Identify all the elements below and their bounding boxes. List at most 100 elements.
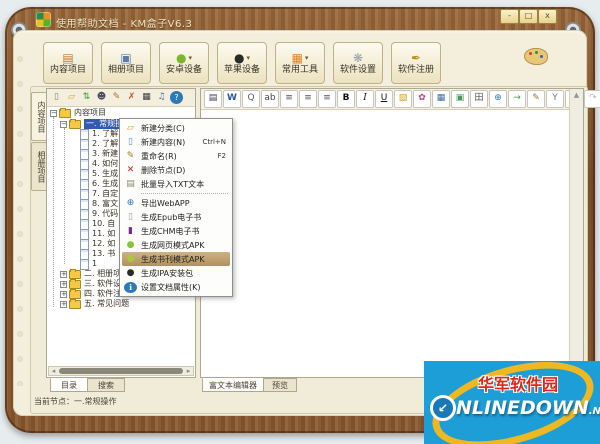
qr-code-icon[interactable]: ▦ — [140, 91, 153, 104]
paper-perforation — [17, 56, 24, 386]
speaker-icon[interactable]: ♫ — [155, 91, 168, 104]
tree-item[interactable]: 1. 了解 — [80, 128, 118, 140]
tree-toolbar: ▯ ▱ ⇅ ☻ ✎ ✗ ▦ ♫ ? — [47, 89, 195, 107]
tree-item[interactable]: 11. 如 — [80, 228, 118, 240]
tab-preview[interactable]: 预览 — [263, 378, 297, 392]
software-register-button[interactable]: ✒ ▾ 软件注册 — [391, 42, 441, 84]
menu-item-label: 新建分类(C) — [141, 123, 185, 133]
delete-tools-icon[interactable]: ✗ — [125, 91, 138, 104]
apple-device-button[interactable]: ● ▾ 苹果设备 — [217, 42, 267, 84]
backup-sync-icon[interactable]: ⇅ — [80, 91, 93, 104]
scroll-left-icon[interactable]: ◂ — [49, 367, 58, 375]
new-document-icon[interactable]: ▯ — [50, 91, 63, 104]
scrollbar-thumb[interactable] — [59, 368, 183, 374]
globe-icon: ⊕ — [126, 197, 135, 208]
common-tools-button[interactable]: ▦ ▾ 常用工具 — [275, 42, 325, 84]
android-device-button[interactable]: ● ▾ 安卓设备 — [159, 42, 209, 84]
bold-icon[interactable]: B — [337, 90, 355, 108]
collapse-icon[interactable]: − — [60, 120, 67, 128]
menu-document-properties[interactable]: ℹ 设置文档属性(K) — [120, 280, 232, 294]
font-color-icon[interactable]: ✿ — [413, 90, 431, 108]
italic-icon[interactable]: I — [356, 90, 374, 108]
align-center-icon[interactable]: ≡ — [299, 90, 317, 108]
tab-search[interactable]: 搜索 — [87, 378, 125, 392]
tree-root-node[interactable]: − 内容项目 — [50, 107, 106, 118]
chm-book-icon: ▮ — [128, 225, 133, 236]
tree-item[interactable]: 5. 生成 — [80, 168, 119, 180]
tree-item[interactable]: 6. 生成 — [80, 178, 118, 190]
tree-item[interactable]: 12. 如 — [80, 238, 118, 250]
tree-item-label: 5. 生成 — [92, 169, 119, 178]
save-icon[interactable]: ▤ — [204, 90, 222, 108]
hyperlink-icon[interactable]: ⊕ — [489, 90, 507, 108]
palette-icon[interactable] — [524, 48, 548, 65]
expand-icon[interactable]: + — [60, 280, 67, 288]
menu-make-epub[interactable]: ▯ 生成Epub电子书 — [120, 210, 232, 224]
book-icon: ▤ — [62, 50, 74, 65]
menu-make-ipa[interactable]: ● 生成IPA安装包 — [120, 266, 232, 280]
scroll-up-icon[interactable]: ▲ — [574, 89, 579, 101]
tree-item[interactable]: 1 — [80, 258, 118, 270]
tree-item[interactable]: 3. 新建 — [80, 148, 118, 160]
editor-vscrollbar[interactable]: ▲ ▼ — [569, 89, 583, 377]
insert-table-icon[interactable]: 田 — [470, 90, 488, 108]
ribbon-button-label: 软件设置 — [339, 64, 376, 75]
menu-rename[interactable]: ✎ 重命名(R) F2 — [120, 149, 232, 163]
menu-make-web-apk[interactable]: ● 生成网页模式APK — [120, 238, 232, 252]
align-right-icon[interactable]: ≡ — [318, 90, 336, 108]
close-button[interactable]: x — [538, 9, 557, 24]
underline-icon[interactable]: U — [375, 90, 393, 108]
import-icon[interactable]: → — [508, 90, 526, 108]
tree-item[interactable]: 7. 自定 — [80, 188, 118, 200]
expand-icon[interactable]: + — [60, 270, 67, 278]
watermark-chinese-text: 华军软件园 — [478, 375, 559, 394]
content-project-button[interactable]: ▤ ▾ 内容项目 — [43, 42, 93, 84]
tree-item-label: 8. 富文 — [92, 199, 119, 208]
find-icon[interactable]: Q — [242, 90, 260, 108]
tree-hscrollbar[interactable]: ◂ ▸ — [48, 366, 194, 376]
editor-panel[interactable] — [200, 88, 584, 378]
tree-item[interactable]: 4. 如何 — [80, 158, 118, 170]
tab-directory[interactable]: 目录 — [50, 378, 88, 392]
open-folder-icon[interactable]: ▱ — [65, 91, 78, 104]
align-left-icon[interactable]: ≡ — [280, 90, 298, 108]
scroll-right-icon[interactable]: ▸ — [184, 367, 193, 375]
album-project-button[interactable]: ▣ ▾ 相册项目 — [101, 42, 151, 84]
menu-new-category[interactable]: ▱ 新建分类(C) — [120, 121, 232, 135]
tab-richtext-editor[interactable]: 富文本编辑器 — [202, 378, 264, 392]
folder-icon — [69, 278, 81, 289]
menu-export-webapp[interactable]: ⊕ 导出WebAPP — [120, 196, 232, 210]
edit-icon[interactable]: ✎ — [110, 91, 123, 104]
user-export-icon[interactable]: ☻ — [95, 91, 108, 104]
expand-icon[interactable]: + — [60, 300, 67, 308]
export-word-icon[interactable]: W — [223, 90, 241, 108]
menu-item-label: 生成网页模式APK — [141, 240, 205, 250]
redo-icon[interactable]: ↷ — [584, 90, 600, 108]
tree-item[interactable]: 13. 书 — [80, 248, 118, 260]
tree-item-label: 10. 自 — [92, 219, 116, 228]
tree-item[interactable]: 10. 自 — [80, 218, 118, 230]
expand-icon[interactable]: + — [60, 290, 67, 298]
tree-item[interactable]: 9. 代码 — [80, 208, 118, 220]
insert-image-icon[interactable]: ▣ — [451, 90, 469, 108]
tree-item[interactable]: 2. 了解 — [80, 138, 118, 150]
help-icon[interactable]: ? — [170, 91, 183, 104]
menu-make-chm[interactable]: ▮ 生成CHM电子书 — [120, 224, 232, 238]
menu-item-shortcut: F2 — [217, 152, 226, 160]
highlight-color-icon[interactable]: ▧ — [394, 90, 412, 108]
word-count-icon[interactable]: ab — [261, 90, 279, 108]
menu-new-content[interactable]: ▯ 新建内容(N) Ctrl+N — [120, 135, 232, 149]
menu-import-txt[interactable]: ▤ 批量导入TXT文本 — [120, 177, 232, 191]
menu-delete-node[interactable]: ✕ 删除节点(D) — [120, 163, 232, 177]
edit-source-icon[interactable]: ✎ — [527, 90, 545, 108]
insert-media-icon[interactable]: ▦ — [432, 90, 450, 108]
filter-icon[interactable]: Y — [546, 90, 564, 108]
menu-make-book-apk[interactable]: ● 生成书刊模式APK — [122, 252, 230, 266]
menu-item-label: 设置文档属性(K) — [141, 282, 201, 292]
tree-folder-item[interactable]: + 五. 常见问题 — [60, 298, 129, 309]
tree-item[interactable]: 8. 富文 — [80, 198, 119, 210]
collapse-icon[interactable]: − — [50, 109, 57, 117]
minimize-button[interactable]: - — [500, 9, 519, 24]
software-settings-button[interactable]: ❋ ▾ 软件设置 — [333, 42, 383, 84]
maximize-button[interactable]: □ — [519, 9, 538, 24]
